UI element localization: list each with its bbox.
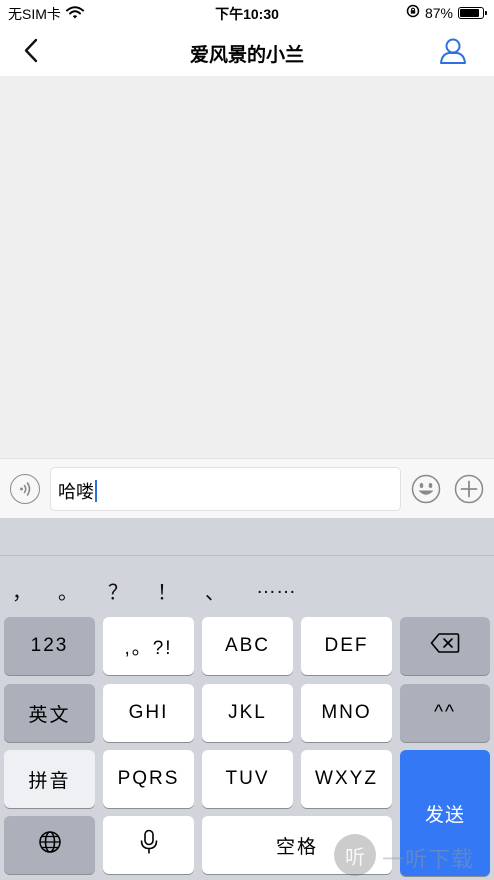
ghi-key[interactable]: GHI	[103, 684, 194, 742]
watermark-logo: 听	[334, 834, 376, 876]
nav-bar: 爱风景的小兰	[0, 26, 494, 76]
rotation-lock-icon	[406, 4, 420, 21]
tuv-key[interactable]: TUV	[202, 750, 293, 808]
def-key[interactable]: DEF	[301, 617, 392, 675]
battery-fill	[460, 8, 480, 17]
backspace-icon	[430, 632, 460, 660]
candidate-enumeration-comma[interactable]: 、	[205, 576, 225, 605]
status-right: 87%	[406, 4, 487, 21]
pqrs-key[interactable]: PQRS	[103, 750, 194, 808]
watermark-badge-text: 听	[345, 846, 365, 869]
text-caret	[95, 480, 97, 502]
punctuation-key[interactable]: ,。?!	[103, 617, 194, 675]
chat-message-area[interactable]	[0, 76, 494, 458]
status-bar: 无SIM卡 下午10:30 87%	[0, 0, 494, 26]
message-input-text: 哈喽	[58, 482, 94, 502]
microphone-icon	[139, 829, 159, 861]
user-icon[interactable]	[438, 36, 468, 66]
wxyz-key[interactable]: WXYZ	[301, 750, 392, 808]
abc-key[interactable]: ABC	[202, 617, 293, 675]
candidate-question[interactable]: ？	[108, 576, 128, 605]
message-input[interactable]: 哈喽	[50, 467, 401, 511]
watermark-text: 一听下载	[382, 847, 475, 872]
english-key[interactable]: 英文	[4, 684, 95, 742]
globe-icon	[38, 830, 62, 860]
candidate-bar: ， 。 ？ ！ 、 ……	[0, 556, 494, 612]
numbers-key[interactable]: 123	[4, 617, 95, 675]
emoticon-key[interactable]: ^^	[400, 684, 490, 742]
candidate-comma[interactable]: ，	[12, 576, 32, 605]
battery-percent: 87%	[424, 4, 453, 21]
input-bar: 哈喽	[0, 458, 494, 518]
keyboard-toolbar	[0, 518, 494, 556]
keyboard: ， 。 ？ ！ 、 …… 123 ,。?! ABC DEF 英文 GHI JKL…	[0, 518, 494, 880]
battery-icon	[458, 6, 487, 19]
jkl-key[interactable]: JKL	[202, 684, 293, 742]
backspace-key[interactable]	[400, 617, 490, 675]
candidate-ellipsis[interactable]: ……	[256, 576, 296, 599]
emoji-icon[interactable]	[411, 474, 441, 504]
page-title: 爱风景的小兰	[189, 45, 304, 66]
candidate-period[interactable]: 。	[58, 576, 78, 605]
mno-key[interactable]: MNO	[301, 684, 392, 742]
pinyin-key[interactable]: 拼音	[4, 750, 95, 808]
voice-icon[interactable]	[10, 474, 40, 504]
globe-key[interactable]	[4, 816, 95, 874]
candidate-exclamation[interactable]: ！	[157, 576, 177, 605]
microphone-key[interactable]	[103, 816, 194, 874]
plus-icon[interactable]	[454, 474, 484, 504]
